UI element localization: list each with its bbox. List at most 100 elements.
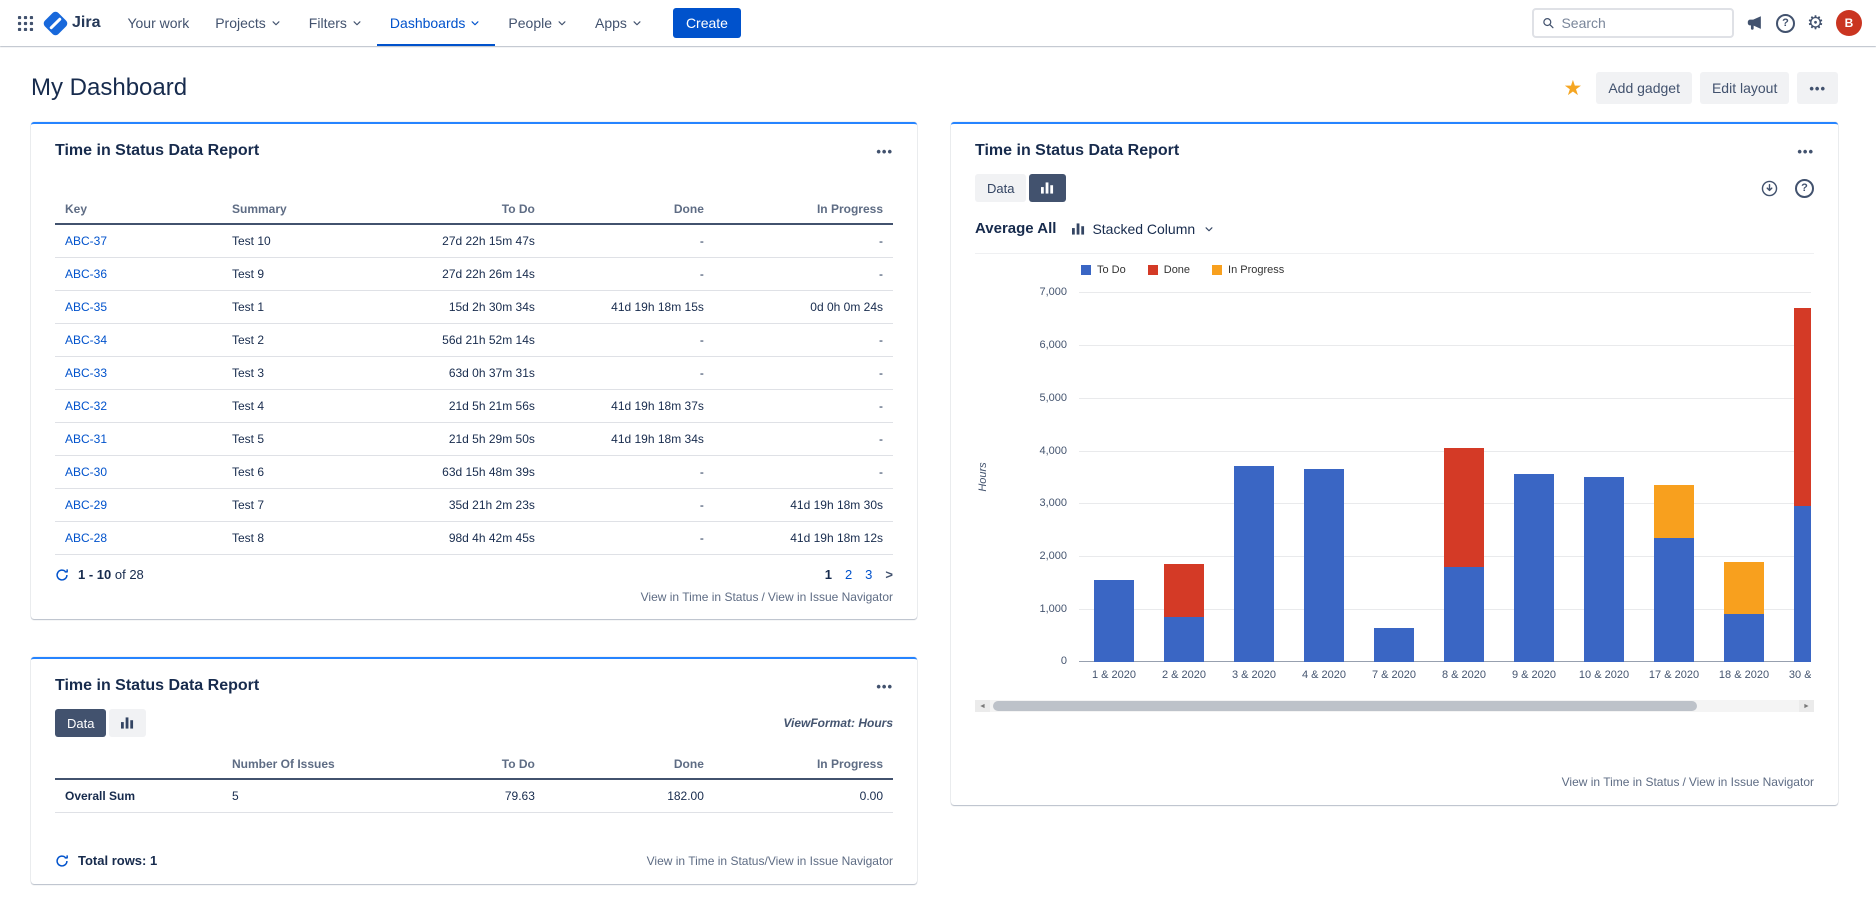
page-link-2[interactable]: 2	[845, 567, 852, 582]
bar-segment-to-do[interactable]	[1794, 506, 1811, 662]
scroll-right-arrow[interactable]: ►	[1799, 700, 1814, 712]
bar-segment-to-do[interactable]	[1584, 477, 1624, 662]
chart-horizontal-scrollbar[interactable]: ◄ ►	[975, 700, 1814, 712]
view-in-issue-navigator-link[interactable]: View in Issue Navigator	[1689, 775, 1814, 789]
gadget-more-button[interactable]: •••	[876, 679, 893, 694]
chart-tab[interactable]	[109, 709, 146, 737]
add-gadget-button[interactable]: Add gadget	[1596, 72, 1692, 104]
nav-item-projects[interactable]: Projects	[202, 0, 296, 46]
chart-tab[interactable]	[1029, 174, 1066, 202]
gadget-more-button[interactable]: •••	[1797, 144, 1814, 159]
issue-key-link[interactable]: ABC-33	[65, 366, 107, 380]
view-in-issue-navigator-link[interactable]: View in Issue Navigator	[768, 854, 893, 868]
view-in-issue-navigator-link[interactable]: View in Issue Navigator	[768, 590, 893, 604]
bar-segment-to-do[interactable]	[1444, 567, 1484, 662]
avatar[interactable]: B	[1836, 10, 1862, 36]
legend-item-done[interactable]: Done	[1148, 264, 1190, 276]
view-in-time-in-status-link[interactable]: View in Time in Status	[641, 590, 759, 604]
legend-swatch-icon	[1148, 265, 1158, 275]
legend-item-to-do[interactable]: To Do	[1081, 264, 1126, 276]
table-row: ABC-33Test 363d 0h 37m 31s--	[55, 357, 893, 390]
settings-gear-icon[interactable]: ⚙	[1807, 14, 1824, 33]
table-cell: -	[714, 456, 893, 489]
legend-item-in-progress[interactable]: In Progress	[1212, 264, 1284, 276]
search-input[interactable]	[1561, 15, 1724, 31]
bar-segment-to-do[interactable]	[1164, 617, 1204, 662]
nav-item-label: Projects	[215, 15, 266, 31]
export-chart-icon[interactable]	[1760, 179, 1779, 198]
y-tick-label: 6,000	[1039, 339, 1067, 351]
stacked-column-chart: To DoDoneIn Progress Hours 01,0002,0003,…	[975, 253, 1814, 712]
y-tick-label: 2,000	[1039, 550, 1067, 562]
nav-item-your-work[interactable]: Your work	[114, 0, 202, 46]
issue-key-link[interactable]: ABC-37	[65, 234, 107, 248]
bar-segment-to-do[interactable]	[1514, 474, 1554, 662]
x-tick-label: 17 & 2020	[1639, 669, 1709, 681]
legend-swatch-icon	[1081, 265, 1091, 275]
nav-item-people[interactable]: People	[495, 0, 582, 46]
bar-segment-in-progress[interactable]	[1724, 562, 1764, 615]
issue-key-link[interactable]: ABC-30	[65, 465, 107, 479]
chart-type-dropdown[interactable]: Stacked Column	[1072, 221, 1216, 237]
issue-key-cell: ABC-29	[55, 489, 222, 522]
x-tick-label: 7 & 2020	[1359, 669, 1429, 681]
bar-segment-done[interactable]	[1444, 448, 1484, 567]
range-of-text: of 28	[115, 567, 144, 582]
x-tick-label: 1 & 2020	[1079, 669, 1149, 681]
search-icon	[1542, 16, 1555, 30]
issue-key-link[interactable]: ABC-29	[65, 498, 107, 512]
favorite-star-icon[interactable]: ★	[1564, 78, 1583, 99]
gridline	[1079, 292, 1811, 293]
view-in-time-in-status-link[interactable]: View in Time in Status	[647, 854, 765, 868]
summary-value: 182.00	[545, 779, 714, 813]
table-cell: 21d 5h 29m 50s	[386, 423, 545, 456]
issue-key-link[interactable]: ABC-31	[65, 432, 107, 446]
bar-segment-in-progress[interactable]	[1654, 485, 1694, 538]
table-cell: 41d 19h 18m 30s	[714, 489, 893, 522]
help-icon[interactable]: ?	[1776, 14, 1795, 33]
gadget-more-button[interactable]: •••	[876, 144, 893, 159]
announcements-icon[interactable]	[1746, 14, 1764, 32]
column-header-to-do: To Do	[386, 751, 545, 779]
bar-segment-to-do[interactable]	[1094, 580, 1134, 662]
y-tick-label: 1,000	[1039, 603, 1067, 615]
issue-key-link[interactable]: ABC-36	[65, 267, 107, 281]
issue-key-link[interactable]: ABC-35	[65, 300, 107, 314]
overall-sum-label: Overall Sum	[55, 779, 222, 813]
chart-help-icon[interactable]: ?	[1795, 179, 1814, 198]
app-switcher-icon[interactable]	[8, 0, 42, 46]
nav-item-label: Apps	[595, 15, 627, 31]
bar-segment-done[interactable]	[1164, 564, 1204, 617]
nav-item-dashboards[interactable]: Dashboards	[377, 0, 496, 46]
nav-item-apps[interactable]: Apps	[582, 0, 657, 46]
dashboard-more-button[interactable]: •••	[1797, 72, 1838, 104]
bar-segment-to-do[interactable]	[1374, 628, 1414, 662]
page-link-3[interactable]: 3	[865, 567, 872, 582]
bar-segment-to-do[interactable]	[1234, 466, 1274, 662]
view-in-time-in-status-link[interactable]: View in Time in Status	[1562, 775, 1680, 789]
jira-logo[interactable]: Jira	[46, 0, 100, 46]
search-box[interactable]	[1532, 8, 1734, 38]
x-tick-label: 10 & 2020	[1569, 669, 1639, 681]
create-button[interactable]: Create	[673, 8, 741, 38]
bar-segment-to-do[interactable]	[1654, 538, 1694, 662]
scrollbar-track[interactable]	[990, 700, 1799, 712]
refresh-icon[interactable]	[55, 568, 69, 582]
data-tab[interactable]: Data	[975, 174, 1026, 202]
refresh-icon[interactable]	[55, 854, 69, 868]
scrollbar-thumb[interactable]	[993, 701, 1697, 711]
nav-item-filters[interactable]: Filters	[296, 0, 377, 46]
table-cell: 35d 21h 2m 23s	[386, 489, 545, 522]
issue-key-link[interactable]: ABC-28	[65, 531, 107, 545]
view-format-label: ViewFormat: Hours	[783, 716, 893, 730]
table-cell: -	[714, 324, 893, 357]
edit-layout-button[interactable]: Edit layout	[1700, 72, 1789, 104]
next-page-arrow[interactable]: >	[885, 567, 893, 582]
data-tab[interactable]: Data	[55, 709, 106, 737]
bar-segment-done[interactable]	[1794, 308, 1811, 506]
bar-segment-to-do[interactable]	[1724, 614, 1764, 662]
scroll-left-arrow[interactable]: ◄	[975, 700, 990, 712]
issue-key-link[interactable]: ABC-34	[65, 333, 107, 347]
issue-key-link[interactable]: ABC-32	[65, 399, 107, 413]
bar-segment-to-do[interactable]	[1304, 469, 1344, 662]
